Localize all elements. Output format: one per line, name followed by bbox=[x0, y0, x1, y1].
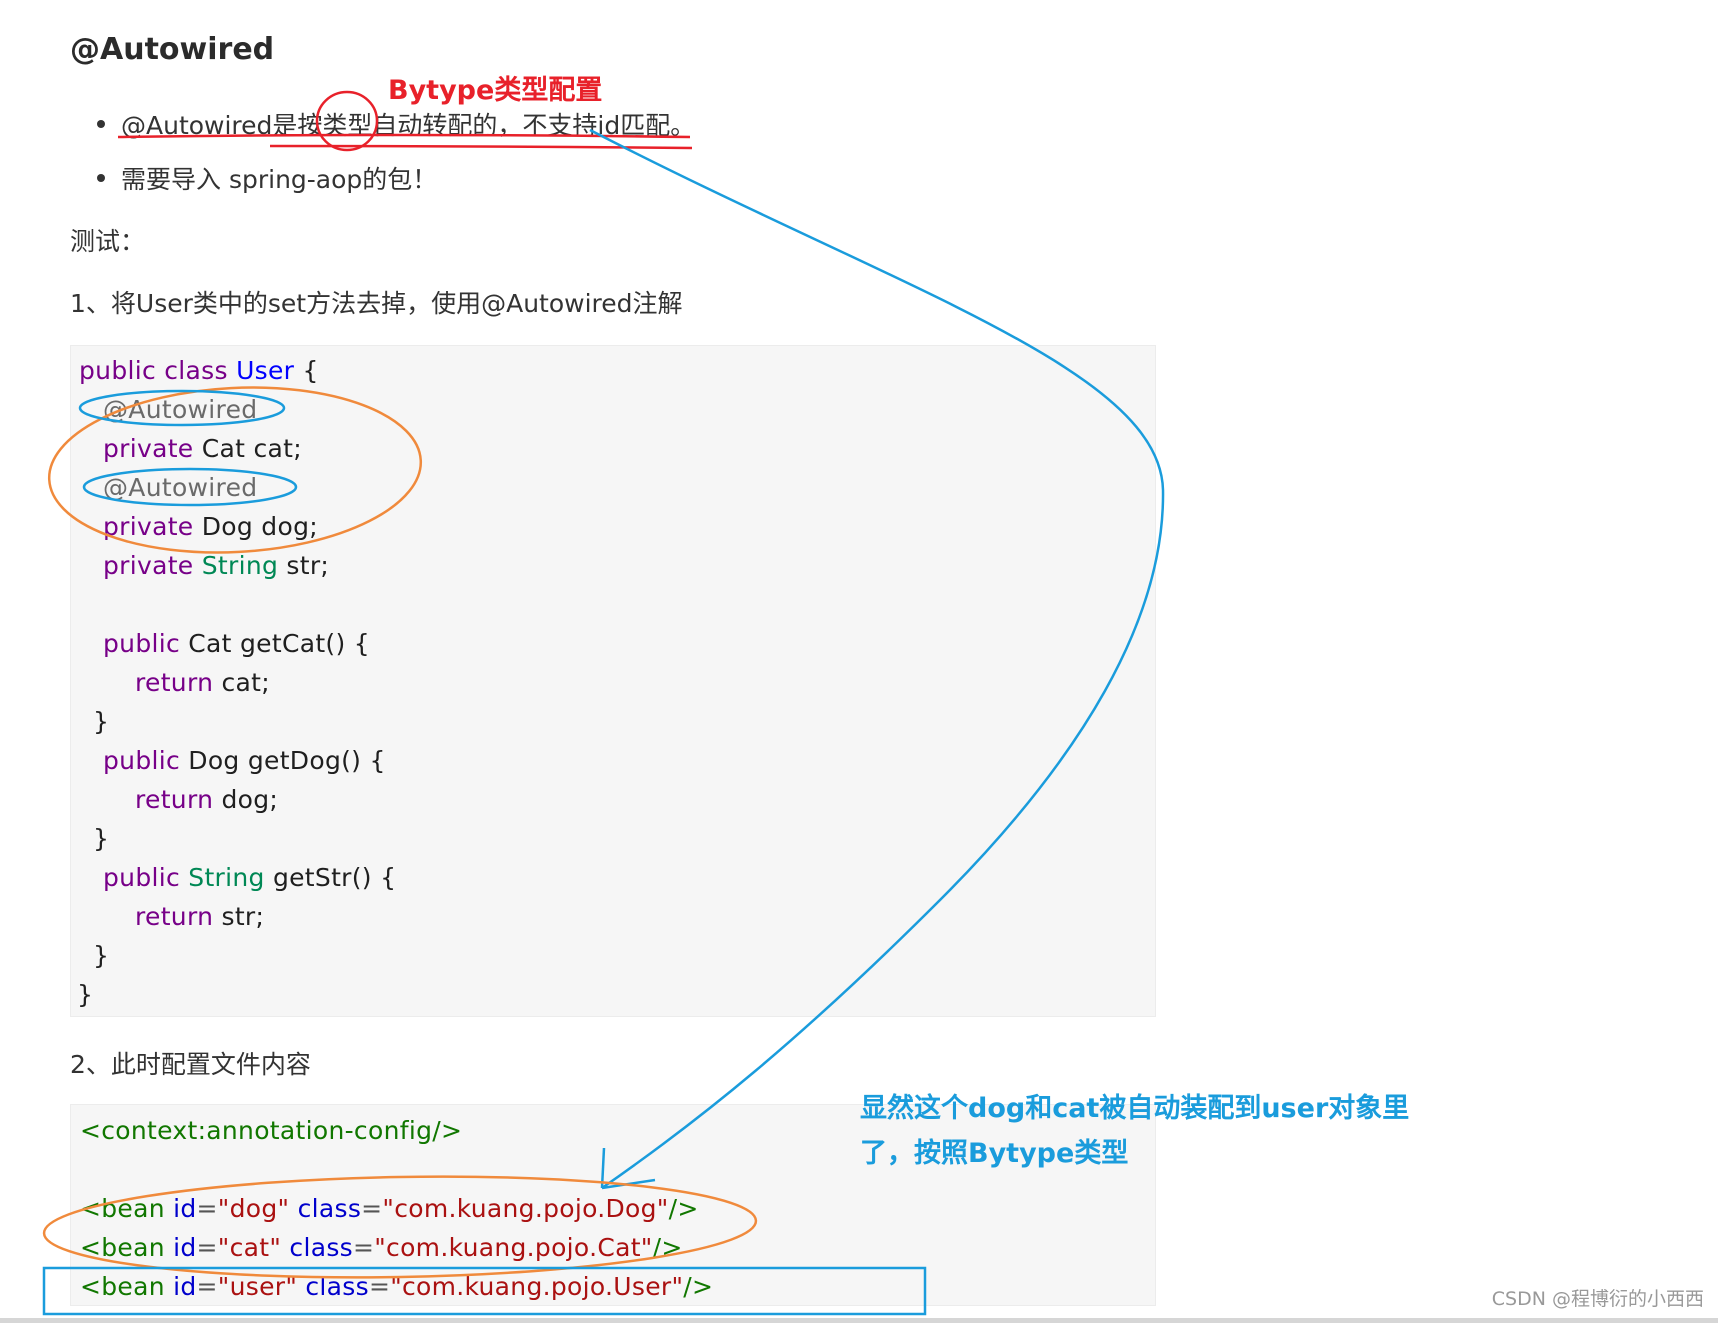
code-brace: } bbox=[77, 980, 94, 1009]
test-label: 测试： bbox=[70, 227, 146, 256]
code-keyword: private bbox=[103, 434, 194, 463]
code-line: public String getStr() { bbox=[103, 863, 396, 892]
code-keyword: public bbox=[103, 746, 181, 775]
code-string: "cat" bbox=[217, 1233, 282, 1262]
code-text: str; bbox=[213, 902, 265, 931]
code-tag: /> bbox=[668, 1194, 699, 1223]
code-keyword: private bbox=[103, 551, 194, 580]
code-text: cat; bbox=[213, 668, 270, 697]
code-keyword: public bbox=[103, 863, 181, 892]
code-text: Dog getDog() { bbox=[180, 746, 386, 775]
code-line: public class User { bbox=[79, 356, 319, 385]
code-string: "com.kuang.pojo.Cat" bbox=[374, 1233, 653, 1262]
code-text: Cat cat; bbox=[193, 434, 302, 463]
code-text: Dog dog; bbox=[193, 512, 318, 541]
code-tag: <bean bbox=[80, 1272, 165, 1301]
code-keyword: return bbox=[135, 785, 214, 814]
section-heading: @Autowired bbox=[70, 32, 275, 67]
code-keyword: return bbox=[135, 902, 214, 931]
step1-text: 1、将User类中的set方法去掉，使用@Autowired注解 bbox=[70, 289, 683, 318]
code-keyword: return bbox=[135, 668, 214, 697]
code-annotation: @Autowired bbox=[103, 395, 258, 424]
bottom-scroll-strip bbox=[0, 1318, 1718, 1323]
code-attr: id bbox=[173, 1194, 197, 1223]
code-line: public Cat getCat() { bbox=[103, 629, 370, 658]
code-attr: class bbox=[289, 1233, 353, 1262]
annotation-bytype: Bytype类型配置 bbox=[388, 75, 603, 106]
code-string: "com.kuang.pojo.Dog" bbox=[382, 1194, 669, 1223]
code-eq: = bbox=[368, 1272, 391, 1301]
step2-text: 2、此时配置文件内容 bbox=[70, 1050, 311, 1079]
code-type: String bbox=[188, 863, 265, 892]
bean-line-user: <bean id="user" class="com.kuang.pojo.Us… bbox=[80, 1272, 713, 1301]
code-eq: = bbox=[196, 1272, 218, 1301]
code-tag: /> bbox=[652, 1233, 683, 1262]
bullet-item: 需要导入 spring-aop的包！ bbox=[97, 160, 437, 196]
code-line: private String str; bbox=[103, 551, 329, 580]
code-string: "user" bbox=[217, 1272, 298, 1301]
code-annotation: @Autowired bbox=[103, 473, 258, 502]
code-tag: /> bbox=[683, 1272, 714, 1301]
code-text: { bbox=[294, 356, 319, 385]
code-eq: = bbox=[196, 1194, 218, 1223]
bean-line-cat: <bean id="cat" class="com.kuang.pojo.Cat… bbox=[80, 1233, 683, 1262]
bullet-dot bbox=[97, 120, 105, 128]
code-classname: User bbox=[236, 356, 295, 385]
code-type: String bbox=[201, 551, 279, 580]
code-keyword: public bbox=[103, 629, 181, 658]
code-line: private Dog dog; bbox=[103, 512, 318, 541]
code-attr: id bbox=[173, 1272, 197, 1301]
code-text: dog; bbox=[213, 785, 279, 814]
code-brace: } bbox=[93, 824, 110, 853]
code-eq: = bbox=[196, 1233, 218, 1262]
code-line: private Cat cat; bbox=[103, 434, 302, 463]
code-attr: class bbox=[297, 1194, 362, 1223]
bullet-text: 需要导入 spring-aop的包！ bbox=[121, 165, 438, 194]
code-text: getStr() { bbox=[264, 863, 397, 892]
red-underline-2 bbox=[269, 144, 693, 150]
code-line: public Dog getDog() { bbox=[103, 746, 386, 775]
code-line: return str; bbox=[135, 902, 264, 931]
code-keyword: public class bbox=[79, 356, 228, 385]
code-text: str; bbox=[278, 551, 330, 580]
watermark: CSDN @程博衍的小西西 bbox=[1491, 1288, 1704, 1310]
code-line: return cat; bbox=[135, 668, 270, 697]
bullet-dot bbox=[97, 174, 105, 182]
code-text: Cat getCat() { bbox=[180, 629, 370, 658]
bean-line-dog: <bean id="dog" class="com.kuang.pojo.Dog… bbox=[80, 1194, 699, 1223]
code-eq: = bbox=[352, 1233, 375, 1262]
annotation-blue-line2: 了，按照Bytype类型 bbox=[860, 1138, 1129, 1169]
code-tag: <bean bbox=[80, 1233, 165, 1262]
code-string: "dog" bbox=[217, 1194, 290, 1223]
code-keyword: private bbox=[103, 512, 194, 541]
code-tag: <bean bbox=[80, 1194, 165, 1223]
code-context-tag: <context:annotation-config/> bbox=[80, 1116, 463, 1145]
code-attr: class bbox=[305, 1272, 369, 1301]
bullet-item: @Autowired是按类型自动转配的，不支持id匹配。 bbox=[97, 106, 695, 142]
code-brace: } bbox=[93, 941, 110, 970]
code-attr: id bbox=[173, 1233, 197, 1262]
code-eq: = bbox=[361, 1194, 383, 1223]
bullet-text: @Autowired是按类型自动转配的，不支持id匹配。 bbox=[121, 111, 696, 140]
code-string: "com.kuang.pojo.User" bbox=[390, 1272, 684, 1301]
code-brace: } bbox=[93, 707, 110, 736]
annotation-blue-line1: 显然这个dog和cat被自动装配到user对象里 bbox=[860, 1093, 1410, 1124]
code-line: return dog; bbox=[135, 785, 278, 814]
